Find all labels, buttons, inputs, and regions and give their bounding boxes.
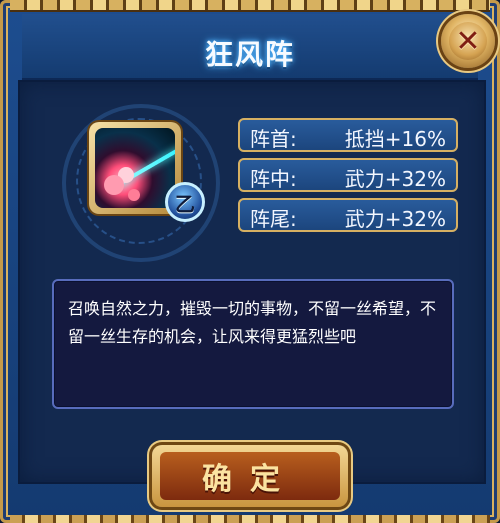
stat-value-middle: 武力+32% <box>344 167 446 191</box>
content-panel: 乙 阵首: 抵挡+16% 阵中: 武力+32% 阵尾: 武力+32% 召唤自然之… <box>18 80 486 484</box>
description-text: 召唤自然之力，摧毁一切的事物，不留一丝希望，不留一丝生存的机会，让风来得更猛烈些… <box>68 299 437 346</box>
skill-icon <box>95 128 175 208</box>
stat-label-tail: 阵尾: <box>250 207 297 231</box>
description-box: 召唤自然之力，摧毁一切的事物，不留一丝希望，不留一丝生存的机会，让风来得更猛烈些… <box>52 279 454 409</box>
confirm-label: 确定 <box>160 452 340 500</box>
close-button[interactable]: ✕ <box>441 14 495 68</box>
title-bar: 狂风阵 <box>22 14 478 80</box>
stat-value-tail: 武力+32% <box>344 207 446 231</box>
formation-dialog: 狂风阵 ✕ 乙 阵首: 抵挡+16% 阵中: 武力+32% 阵尾: 武力+32%… <box>0 0 500 523</box>
stat-row-middle: 阵中: 武力+32% <box>238 158 458 192</box>
bottom-trim <box>10 515 490 523</box>
stat-row-head: 阵首: 抵挡+16% <box>238 118 458 152</box>
top-trim <box>10 0 490 12</box>
dialog-title: 狂风阵 <box>204 38 295 71</box>
stat-value-head: 抵挡+16% <box>344 127 446 151</box>
confirm-button[interactable]: 确定 <box>152 445 348 507</box>
grade-badge: 乙 <box>165 182 205 222</box>
close-icon: ✕ <box>449 22 487 60</box>
stat-label-middle: 阵中: <box>250 167 297 191</box>
stat-row-tail: 阵尾: 武力+32% <box>238 198 458 232</box>
stat-label-head: 阵首: <box>250 127 297 151</box>
